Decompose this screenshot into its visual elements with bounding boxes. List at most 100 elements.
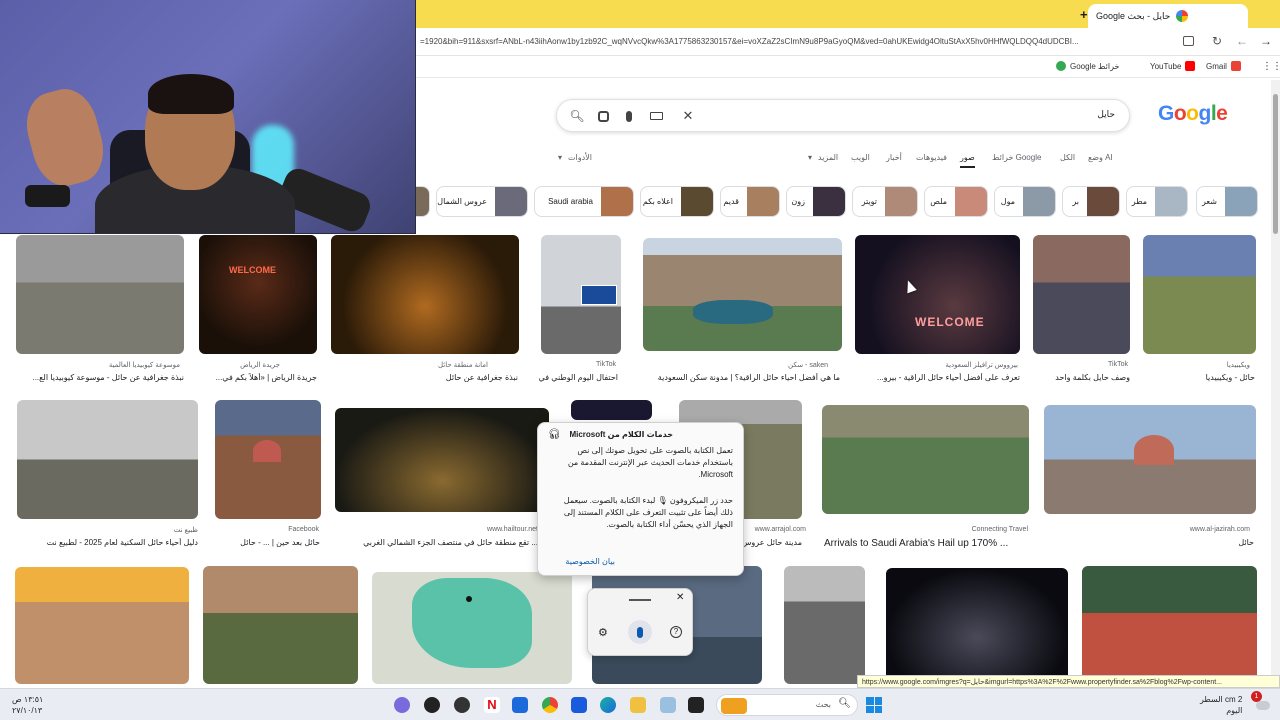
- file-explorer-icon[interactable]: [630, 697, 646, 713]
- chip-saudi-arabia[interactable]: Saudi arabia: [534, 186, 634, 217]
- obs-icon[interactable]: [424, 697, 440, 713]
- result-title[interactable]: نبذة جغرافية عن حائل: [330, 373, 518, 382]
- search-box[interactable]: حايل 🔍︎ ✕: [556, 99, 1130, 132]
- filter-all[interactable]: الكل: [1060, 153, 1075, 162]
- lens-icon[interactable]: [595, 108, 611, 124]
- github-icon[interactable]: [454, 697, 470, 713]
- result-title[interactable]: حائل - ويكيبيديا: [1142, 373, 1255, 382]
- keyboard-icon[interactable]: [648, 108, 664, 124]
- image-result[interactable]: [643, 238, 842, 351]
- image-result[interactable]: [203, 566, 358, 684]
- result-title[interactable]: ما هي أفضل احياء حائل الراقية؟ | مدونة س…: [641, 373, 840, 382]
- result-title[interactable]: تعرف على أفضل أحياء حائل الراقية - بيرو.…: [855, 373, 1020, 382]
- back-icon[interactable]: →: [1260, 34, 1272, 48]
- result-title[interactable]: مدينة حائل عروس...: [742, 538, 802, 547]
- active-tab[interactable]: حايل - بحث Google: [1088, 4, 1248, 28]
- image-result[interactable]: [886, 568, 1068, 684]
- close-icon[interactable]: ✕: [676, 592, 684, 603]
- notepad-icon[interactable]: [660, 697, 676, 713]
- image-result[interactable]: [331, 235, 519, 354]
- filter-more[interactable]: المزيد: [818, 153, 838, 162]
- url-field[interactable]: =1920&bih=911&sxsrf=ANbL-n43iihAonw1by1z…: [420, 37, 1175, 46]
- install-app-icon[interactable]: [1183, 36, 1194, 46]
- chip-welcome[interactable]: اعلاه بكم: [640, 186, 714, 217]
- help-icon[interactable]: ?: [670, 626, 682, 638]
- terminal-icon[interactable]: [688, 697, 704, 713]
- chip-rain[interactable]: مطر: [1126, 186, 1188, 217]
- drag-handle[interactable]: [629, 599, 651, 601]
- privacy-link[interactable]: بيان الخصوصية: [565, 557, 615, 566]
- image-result[interactable]: [1044, 405, 1256, 514]
- result-title[interactable]: احتفال اليوم الوطني في...: [538, 373, 618, 382]
- chip-mls[interactable]: ملص: [924, 186, 988, 217]
- settings-icon[interactable]: ⚙: [598, 626, 608, 639]
- image-result[interactable]: [541, 235, 621, 354]
- chip-old[interactable]: قديم: [720, 186, 780, 217]
- start-button[interactable]: [866, 697, 882, 713]
- image-result[interactable]: [571, 400, 652, 420]
- edge-icon[interactable]: [600, 697, 616, 713]
- result-title[interactable]: Arrivals to Saudi Arabia's Hail up 170% …: [824, 538, 1008, 549]
- image-result[interactable]: [784, 566, 865, 684]
- result-title[interactable]: حائل: [1042, 538, 1254, 547]
- bookmark-gmail[interactable]: Gmail: [1206, 61, 1241, 71]
- copilot-icon[interactable]: [394, 697, 410, 713]
- chip-partial[interactable]: [416, 186, 430, 217]
- chrome-icon[interactable]: [542, 697, 558, 713]
- bookmark-google-maps[interactable]: Google خرائط: [1056, 61, 1119, 71]
- chip-bride-of-north[interactable]: عروس الشمال: [436, 186, 528, 217]
- result-title[interactable]: دليل أحياء حائل السكنية لعام 2025 - لطبي…: [17, 538, 198, 547]
- store-icon[interactable]: [571, 697, 587, 713]
- image-result[interactable]: [215, 400, 321, 519]
- search-icon[interactable]: 🔍︎: [569, 108, 585, 124]
- image-result[interactable]: [822, 405, 1029, 514]
- chip-wilderness[interactable]: بر: [1062, 186, 1120, 217]
- image-result[interactable]: WELCOME: [199, 235, 317, 354]
- image-result[interactable]: [335, 408, 549, 512]
- map-result[interactable]: [372, 572, 572, 684]
- taskbar-search[interactable]: بحث 🔍︎: [716, 694, 858, 716]
- chip-zone[interactable]: زون: [786, 186, 846, 217]
- result-title[interactable]: نبذة جغرافية عن حائل - موسوعة كيوبيديا ا…: [16, 373, 184, 382]
- new-tab-button[interactable]: +: [1080, 7, 1088, 22]
- filter-news[interactable]: أخبار: [886, 153, 902, 162]
- result-title[interactable]: جريدة الرياض | «أهلاً بكم في...: [199, 373, 317, 382]
- microphone-button[interactable]: [628, 620, 652, 644]
- chevron-down-icon: ▾: [558, 153, 563, 162]
- image-result[interactable]: WELCOME: [855, 235, 1020, 354]
- image-result[interactable]: [1143, 235, 1256, 354]
- image-result[interactable]: [1082, 566, 1257, 684]
- image-result[interactable]: [16, 235, 184, 354]
- bookmark-youtube[interactable]: YouTube: [1150, 61, 1196, 71]
- search-icon: 🔍︎: [838, 698, 851, 709]
- apps-grid-icon[interactable]: ⋮⋮: [1262, 61, 1280, 72]
- result-title[interactable]: وصف حايل بكلمة واحد: [1033, 373, 1130, 382]
- weather-widget[interactable]: 2 cm السطر اليوم: [1200, 694, 1242, 716]
- scrollbar-thumb[interactable]: [1273, 94, 1278, 234]
- reload-icon[interactable]: ↻: [1212, 34, 1222, 48]
- page-scrollbar[interactable]: [1271, 80, 1280, 688]
- image-result[interactable]: [15, 567, 189, 684]
- filter-videos[interactable]: فيديوهات: [916, 153, 947, 162]
- filter-tools[interactable]: الأدوات: [568, 153, 592, 162]
- result-title[interactable]: حائل بعد حين | ... - حائل: [214, 538, 320, 547]
- mail-icon[interactable]: [512, 697, 528, 713]
- netflix-icon[interactable]: N: [484, 697, 500, 713]
- chip-twitter[interactable]: تويتر: [852, 186, 918, 217]
- filter-images[interactable]: صور: [960, 153, 975, 168]
- google-logo[interactable]: Google: [1158, 102, 1228, 126]
- search-input[interactable]: حايل: [1097, 109, 1115, 120]
- result-title[interactable]: ... تقع منطقة حائل في منتصف الجزء الشمال…: [334, 538, 538, 547]
- clock-time: ١٣:٥١ ص: [12, 695, 44, 704]
- image-result[interactable]: [17, 400, 198, 519]
- filter-web[interactable]: الويب: [851, 153, 870, 162]
- microphone-icon[interactable]: [621, 108, 637, 124]
- forward-icon[interactable]: ←: [1236, 34, 1248, 48]
- clock[interactable]: ١٣:٥١ ص ٢٧/١٠/١٣: [12, 694, 43, 716]
- chip-mall[interactable]: مول: [994, 186, 1056, 217]
- clear-icon[interactable]: ✕: [680, 108, 696, 124]
- chip-poem[interactable]: شعر: [1196, 186, 1258, 217]
- filter-maps[interactable]: خرائط Google: [992, 153, 1041, 162]
- image-result[interactable]: [1033, 235, 1130, 354]
- filter-ai-mode[interactable]: وضع AI: [1088, 153, 1113, 162]
